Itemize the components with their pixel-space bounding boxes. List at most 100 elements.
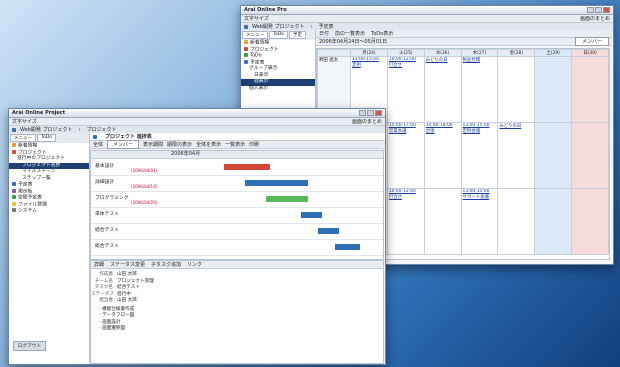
calendar-event[interactable]: 定例 xyxy=(352,62,386,68)
toolbar-prev-list[interactable]: 前の一覧表示 xyxy=(335,30,365,37)
menu-text-size[interactable]: 文字サイズ xyxy=(12,118,37,125)
minimize-icon[interactable] xyxy=(359,110,366,116)
calendar-event[interactable]: 製品見積 xyxy=(463,58,497,63)
sidebar-tab-todo[interactable]: ToDo xyxy=(37,134,56,142)
calendar-cell[interactable]: みどりの日 xyxy=(423,56,462,123)
toolbar-todo[interactable]: ToDo表示 xyxy=(371,30,393,37)
calendar-cell[interactable]: みどりの日 xyxy=(497,122,536,189)
toolbar-all[interactable]: 全体 xyxy=(93,141,103,148)
tree-item-personal[interactable]: 個人表示 xyxy=(241,86,315,93)
member-select[interactable]: メンバー xyxy=(107,140,140,149)
gantt-task-name[interactable]: 総合テスト xyxy=(95,242,169,249)
toolbar-show-all[interactable]: 全体を表示 xyxy=(196,141,221,148)
project-menubar: 文字サイズ 画面のまとめ xyxy=(9,118,385,126)
detail-value: 山田 太郎 xyxy=(117,298,137,304)
breadcrumb-project[interactable]: Web開発 プロジェクト xyxy=(20,126,73,133)
calendar-cell[interactable]: 10:00-12:00 打合せ xyxy=(386,188,425,255)
gantt-task-date: (2006/04/10) xyxy=(131,184,158,189)
gantt-task-name[interactable]: 結合テスト xyxy=(95,226,169,233)
gantt-bar[interactable] xyxy=(301,212,323,218)
calendar-menubar: 文字サイズ 画面のまとめ xyxy=(241,15,613,23)
detail-label: ステータス xyxy=(91,291,114,297)
sidebar-tab-menu[interactable]: メニュー xyxy=(10,134,36,142)
breadcrumb-schedule[interactable]: 予定表 xyxy=(319,23,334,30)
sidebar-tab-todo[interactable]: ToDo xyxy=(269,31,288,39)
menu-layout[interactable]: 画面のまとめ xyxy=(352,118,382,125)
calendar-event[interactable]: 打合せ xyxy=(389,194,423,200)
menu-text-size[interactable]: 文字サイズ xyxy=(244,15,269,22)
gantt-bar[interactable] xyxy=(223,164,270,170)
day-header: 月(24) xyxy=(350,49,388,57)
home-icon xyxy=(12,127,16,132)
project-name: プロジェクト 進捗表 xyxy=(105,134,152,140)
news-icon xyxy=(244,40,248,44)
gantt-row: 結合テスト xyxy=(91,223,383,240)
member-select[interactable]: メンバー xyxy=(574,37,609,46)
minimize-icon[interactable] xyxy=(587,7,594,13)
calendar-cell[interactable] xyxy=(534,188,573,255)
calendar-cell[interactable] xyxy=(571,188,609,255)
toolbar-deadline[interactable]: 期限の表示 xyxy=(167,141,192,148)
day-header: 水(26) xyxy=(423,49,462,57)
member-header xyxy=(317,49,351,57)
day-header: 木(27) xyxy=(460,49,499,57)
calendar-cell[interactable] xyxy=(571,56,609,123)
detail-tab-status[interactable]: ステータス変更 xyxy=(110,261,145,268)
calendar-cell[interactable] xyxy=(497,56,536,123)
gantt-bar[interactable] xyxy=(265,196,308,202)
tree-item-system[interactable]: システム xyxy=(9,208,89,215)
calendar-cell[interactable]: 13:00-15:00定例会議 xyxy=(460,122,499,189)
project-icon xyxy=(93,134,97,139)
calendar-event[interactable]: サポート会議 xyxy=(463,194,497,200)
calendar-event[interactable]: みどりの日 xyxy=(426,58,460,63)
detail-value: 結合テスト xyxy=(117,285,140,291)
calendar-cell[interactable]: 10:00-18:00 出張 xyxy=(423,122,462,189)
toolbar-date[interactable]: 日付 xyxy=(319,30,329,37)
maximize-icon[interactable] xyxy=(595,7,602,13)
calendar-cell[interactable]: 15:00-17:00 営業会議 xyxy=(386,122,425,189)
gantt-bar[interactable] xyxy=(334,244,360,250)
maximize-icon[interactable] xyxy=(367,110,374,116)
sidebar-tab-schedule[interactable]: 予定 xyxy=(288,31,306,39)
calendar-cell[interactable]: 10:00-12:00 打合せ xyxy=(386,56,425,123)
menu-layout[interactable]: 画面のまとめ xyxy=(580,15,610,22)
detail-tab-detail[interactable]: 詳細 xyxy=(94,261,104,268)
calendar-event[interactable]: みどりの日 xyxy=(499,124,533,129)
calendar-cell[interactable]: 製品見積 xyxy=(460,56,499,123)
detail-label: タスク名 xyxy=(94,285,113,291)
calendar-event[interactable]: 定例会議 xyxy=(463,128,497,134)
calendar-cell[interactable] xyxy=(497,188,536,255)
board-icon xyxy=(12,188,16,193)
toolbar-print[interactable]: 印刷 xyxy=(249,141,259,148)
sidebar-tab-menu[interactable]: メニュー xyxy=(242,31,268,39)
toolbar-period[interactable]: 表示期間 xyxy=(143,141,163,148)
project-icon xyxy=(12,149,16,154)
breadcrumb-project[interactable]: Web開発 プロジェクト xyxy=(252,23,305,30)
breadcrumb-page[interactable]: プロジェクト xyxy=(87,126,117,133)
gantt-rows: 基本設計 (2006/04/01) 詳細設計 (2006/04/10) プログラミング(… xyxy=(91,159,383,259)
calendar-cell[interactable] xyxy=(534,56,573,123)
detail-tab-link[interactable]: リンク xyxy=(187,261,202,268)
day-header: 金(28) xyxy=(497,49,536,57)
gantt-row: 総合テスト xyxy=(91,239,383,256)
calendar-cell[interactable]: 13:00-15:00 サポート会議 xyxy=(460,188,499,255)
gantt-bar[interactable] xyxy=(244,180,308,186)
logout-button[interactable]: ログアウト xyxy=(13,341,46,351)
calendar-event[interactable]: 営業会議 xyxy=(389,128,423,134)
gantt-task-name[interactable]: 単体テスト xyxy=(95,210,169,217)
calendar-cell[interactable] xyxy=(534,122,573,189)
calendar-cell[interactable] xyxy=(423,188,462,255)
gear-icon xyxy=(12,208,16,212)
detail-tab-subtask[interactable]: 子タスク追加 xyxy=(151,261,181,268)
gantt-bar[interactable] xyxy=(318,228,339,234)
project-window: Arai Online Project 文字サイズ 画面のまとめ Web開発 プ… xyxy=(8,108,386,365)
close-icon[interactable] xyxy=(375,110,382,116)
toolbar-list[interactable]: 一覧表示 xyxy=(225,141,245,148)
calendar-toolbar: 日付 前の一覧表示 ToDo表示 xyxy=(316,30,612,38)
gantt-task-date: (2006/04/20) xyxy=(131,200,158,205)
calendar-event[interactable]: 出張 xyxy=(426,128,460,134)
project-window-title: Arai Online Project xyxy=(12,110,66,116)
calendar-event[interactable]: 打合せ xyxy=(389,62,423,68)
close-icon[interactable] xyxy=(603,7,610,13)
calendar-cell[interactable] xyxy=(571,122,609,189)
